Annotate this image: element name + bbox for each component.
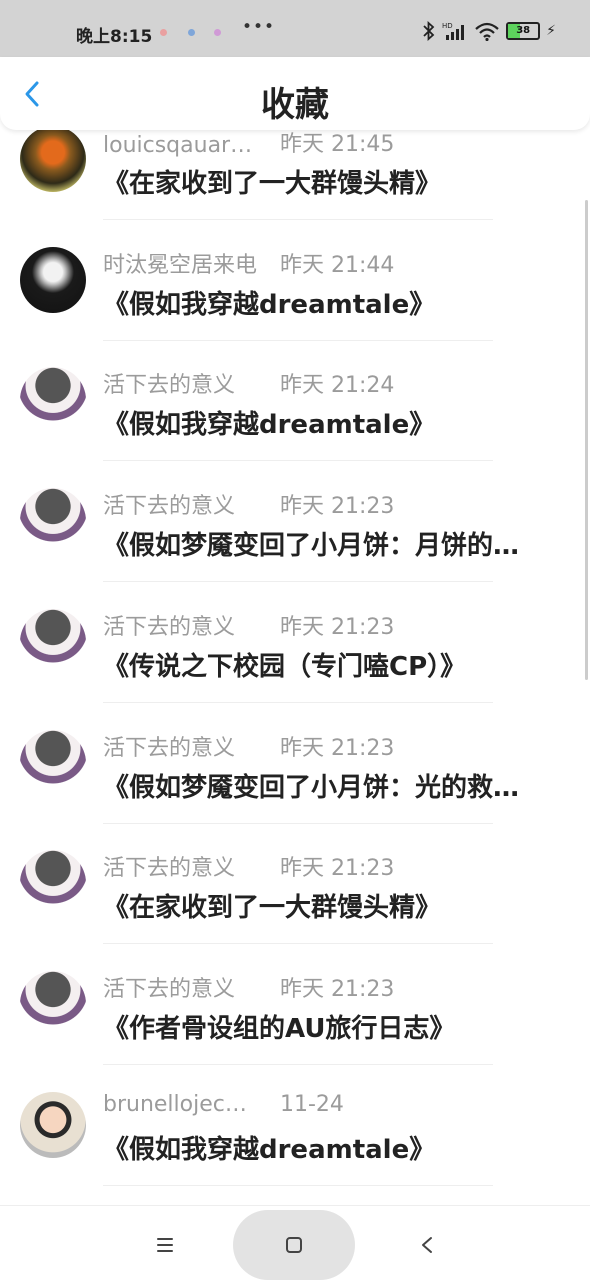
author-name: 活下去的意义 <box>103 736 236 761</box>
timestamp: 11-24 <box>280 1092 344 1117</box>
home-button[interactable] <box>233 1210 355 1280</box>
divider <box>103 460 493 461</box>
list-item[interactable]: 时汰冕空居来电 昨天 21:44 《假如我穿越dreamtale》 <box>0 237 590 358</box>
timestamp: 昨天 21:23 <box>280 615 395 640</box>
author-name: 时汰冕空居来电 <box>103 253 258 278</box>
author-name: 活下去的意义 <box>103 494 236 519</box>
story-title: 《假如我穿越dreamtale》 <box>103 290 436 320</box>
page-title: 收藏 <box>261 85 329 125</box>
avatar <box>20 1092 86 1158</box>
timestamp: 昨天 21:23 <box>280 494 395 519</box>
story-title: 《在家收到了一大群馒头精》 <box>103 169 442 199</box>
list-item[interactable]: 活下去的意义 昨天 21:23 《在家收到了一大群馒头精》 <box>0 840 590 961</box>
author-name: brunellojec… <box>103 1092 247 1117</box>
home-square-icon <box>286 1237 302 1253</box>
author-name: 活下去的意义 <box>103 373 236 398</box>
divider <box>103 823 493 824</box>
story-title: 《假如我穿越dreamtale》 <box>103 410 436 440</box>
list-item[interactable]: 活下去的意义 昨天 21:23 《作者骨设组的AU旅行日志》 <box>0 961 590 1082</box>
avatar <box>20 126 86 192</box>
timestamp: 昨天 21:23 <box>280 736 395 761</box>
list-item[interactable]: 活下去的意义 昨天 21:24 《假如我穿越dreamtale》 <box>0 357 590 478</box>
list-item[interactable]: brunellojec… 11-24 《假如我穿越dreamtale》 <box>0 1082 590 1203</box>
list-item[interactable]: louicsqauar… 昨天 21:45 《在家收到了一大群馒头精》 <box>0 116 590 237</box>
divider <box>103 219 493 220</box>
story-title: 《假如梦魇变回了小月饼：光的救… <box>103 773 520 803</box>
story-title: 《在家收到了一大群馒头精》 <box>103 893 442 923</box>
author-name: 活下去的意义 <box>103 615 236 640</box>
avatar <box>20 247 86 313</box>
timestamp: 昨天 21:23 <box>280 856 395 881</box>
top-bar: 收藏 <box>0 57 590 130</box>
story-title: 《传说之下校园（专门嗑CP）》 <box>103 652 467 682</box>
avatar <box>20 850 86 916</box>
timestamp: 昨天 21:24 <box>280 373 395 398</box>
divider <box>103 581 493 582</box>
avatar <box>20 488 86 554</box>
divider <box>103 1064 493 1065</box>
back-triangle-icon[interactable] <box>410 1230 444 1260</box>
timestamp: 昨天 21:23 <box>280 977 395 1002</box>
list-item[interactable]: 活下去的意义 昨天 21:23 《假如梦魇变回了小月饼：光的救… <box>0 720 590 841</box>
divider <box>103 943 493 944</box>
avatar <box>20 609 86 675</box>
author-name: 活下去的意义 <box>103 977 236 1002</box>
system-nav-bar <box>0 1205 590 1281</box>
author-name: louicsqauar… <box>103 133 253 158</box>
favorites-list: louicsqauar… 昨天 21:45 《在家收到了一大群馒头精》 时汰冕空居… <box>0 0 590 1205</box>
story-title: 《假如梦魇变回了小月饼：月饼的… <box>103 531 520 561</box>
menu-icon[interactable] <box>148 1230 182 1260</box>
divider <box>103 340 493 341</box>
list-item[interactable]: 活下去的意义 昨天 21:23 《假如梦魇变回了小月饼：月饼的… <box>0 478 590 599</box>
story-title: 《作者骨设组的AU旅行日志》 <box>103 1014 456 1044</box>
avatar <box>20 971 86 1037</box>
timestamp: 昨天 21:45 <box>280 132 395 157</box>
author-name: 活下去的意义 <box>103 856 236 881</box>
avatar <box>20 730 86 796</box>
scrollbar[interactable] <box>585 200 588 680</box>
divider <box>103 702 493 703</box>
timestamp: 昨天 21:44 <box>280 253 395 278</box>
divider <box>103 1185 493 1186</box>
list-item[interactable]: 活下去的意义 昨天 21:23 《传说之下校园（专门嗑CP）》 <box>0 599 590 720</box>
story-title: 《假如我穿越dreamtale》 <box>103 1135 436 1165</box>
avatar <box>20 367 86 433</box>
